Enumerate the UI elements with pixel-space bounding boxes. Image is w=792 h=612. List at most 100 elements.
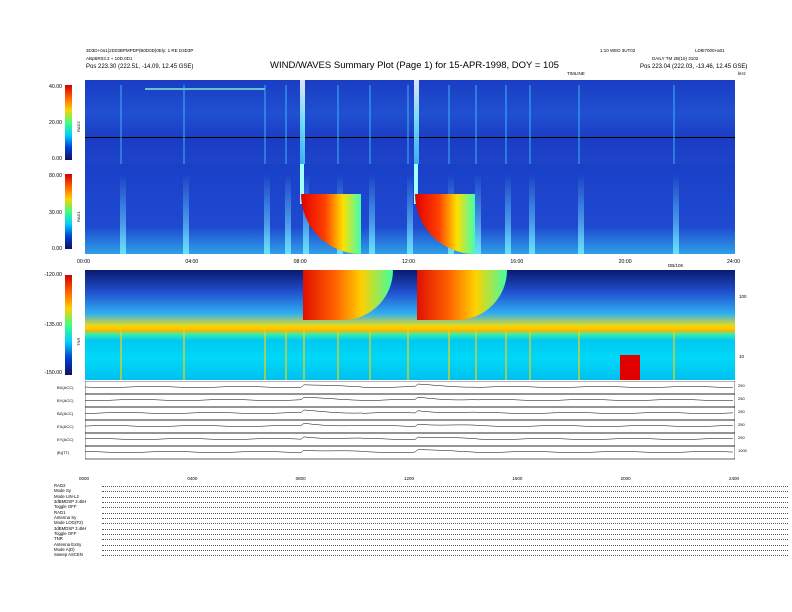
rad2-label: RAD2 [76, 121, 81, 132]
page-title: WIND/WAVES Summary Plot (Page 1) for 15-… [270, 60, 559, 71]
rad1-event-streak [529, 174, 536, 254]
rad2-burst-streak [413, 80, 419, 164]
time-label-top: 24:00 [727, 259, 740, 265]
rad1-spectrogram [85, 164, 735, 254]
rad1-tick-mid: 30.00 [49, 210, 62, 216]
parameter-text: RAD1 [54, 509, 66, 515]
rad2-top-band [145, 88, 265, 90]
tnr-event-spike [529, 330, 532, 380]
rad2-event-streak [475, 85, 477, 164]
line-plot-scale: 1000 [738, 448, 747, 453]
summary-plot-page: { "header": { "title": "WIND/WAVES Summa… [0, 0, 792, 612]
parameter-text: Mode Sy [54, 488, 71, 494]
rad2-event-streak [285, 85, 288, 164]
rad1-event-streak [672, 174, 679, 254]
rad2-event-streak [447, 85, 450, 164]
parameter-list: RAD2 Mode Sy Mode LIN-L2 3dBMDSP 3.4kH Toggl… [54, 483, 788, 558]
tnr-event-spike [369, 330, 372, 380]
tnr-event-spike [504, 330, 507, 380]
parameter-text: Toggle OFF [54, 531, 77, 537]
tnr-burst [303, 270, 394, 320]
rad2-tick-top: 40.00 [49, 84, 62, 90]
parameter-dots [102, 534, 788, 536]
tnr-colorbar [65, 275, 72, 375]
time-label-top: 16:00 [510, 259, 524, 265]
line-plot-label: EX(ACC) [57, 424, 74, 429]
header-right-line2: DAILY TM 2B(15) 3102 [652, 56, 699, 61]
time-label-bottom: 1600 [512, 476, 523, 481]
rad1-colorbar [65, 174, 72, 249]
line-plot-trace [85, 383, 734, 388]
time-label-top: 04:00 [185, 259, 199, 265]
tnr-event-spike [407, 330, 410, 380]
parameter-text: Antenna ExSy [54, 541, 82, 547]
rad2-event-streak [120, 85, 123, 164]
time-label-bottom: 0000 [79, 476, 90, 481]
tnr-event-spike [120, 330, 123, 380]
rad1-event-streak [369, 174, 376, 254]
freq-unit-top: kHz [738, 71, 746, 76]
time-label-top: 12:00 [402, 259, 415, 265]
time-label-top: 20:00 [618, 259, 632, 265]
parameter-dots [102, 539, 788, 541]
rad2-tick-mid: 20.00 [49, 120, 62, 126]
parameter-text: Toggle OFF [54, 504, 77, 510]
rad1-event-streak [285, 174, 292, 254]
parameter-dots [102, 550, 788, 552]
rad2-event-streak [263, 85, 266, 164]
line-plot-label: EY(ACC) [57, 437, 74, 442]
rad2-spectrogram [85, 80, 735, 164]
tnr-event-spike [303, 330, 306, 380]
tnr-tick-top: -120.00 [44, 272, 62, 278]
rad2-colorbar [65, 85, 72, 160]
time-label-bottom: 0800 [295, 476, 306, 481]
tnr-tick-mid: -135.00 [44, 322, 62, 328]
header-left-line3: Pos 223.30 (222.51, -14.09, 12.45 GSE) [86, 64, 194, 70]
rad1-event-streak [475, 174, 481, 254]
time-label-bottom: 2400 [729, 476, 740, 481]
line-plot-label: BZ(ACC) [57, 411, 74, 416]
rad1-burst-body [414, 194, 475, 254]
rad2-burst-streak [300, 80, 306, 164]
line-plot-trace [85, 423, 734, 427]
line-plot-scale: 250 [738, 409, 745, 414]
rad1-burst-body [301, 194, 362, 254]
rad2-event-streak [529, 85, 532, 164]
header-right-mid: 1:10 WED 3UT02 [600, 48, 636, 53]
tnr-event-spike [447, 330, 450, 380]
time-label-bottom: 1200 [404, 476, 415, 481]
tnr-right-tick-100: 100 [739, 294, 747, 299]
parameter-dots [102, 486, 788, 487]
rad2-event-streak [182, 85, 185, 164]
parameter-dots [102, 496, 788, 498]
parameter-row: Sweep ASCEN [54, 552, 788, 557]
header-left-line2: ABpBR03.3 + 10D.0D1 [86, 56, 133, 61]
tnr-band [85, 326, 735, 329]
line-plot-trace [85, 409, 734, 414]
rad2-event-streak [369, 85, 372, 164]
tnr-right-tick-10: 10 [739, 354, 745, 359]
tnr-event-spike [285, 330, 288, 380]
parameter-text: RAD2 [54, 483, 66, 488]
tnr-spectrogram [85, 270, 735, 380]
header-right-line3: Pos 223.04 (222.03, -13.46, 12.45 GSE) [640, 64, 748, 70]
tnr-event-spike [577, 330, 580, 380]
line-plot-scale: 250 [738, 396, 745, 401]
time-label-top: 08:00 [293, 259, 307, 265]
parameter-dots [102, 502, 788, 504]
line-plot-label: BY(ACC) [57, 398, 74, 403]
line-plot-trace [85, 449, 734, 453]
line-plot-scale: 250 [738, 435, 745, 440]
rad1-event-streak [182, 174, 189, 254]
line-plot-trace [85, 436, 734, 440]
parameter-dots [102, 523, 788, 525]
rad1-event-streak [263, 174, 270, 254]
tnr-event-spike [475, 330, 477, 380]
line-plot-label: BX(ACC) [57, 385, 74, 390]
parameter-dots [102, 518, 788, 520]
line-plot-trace [85, 396, 734, 401]
parameter-text: Mode A(D) [54, 547, 75, 553]
time-label-bottom: 2000 [620, 476, 631, 481]
rad1-tick-bottom: 0.00 [51, 246, 62, 252]
parameter-dots [102, 491, 788, 493]
